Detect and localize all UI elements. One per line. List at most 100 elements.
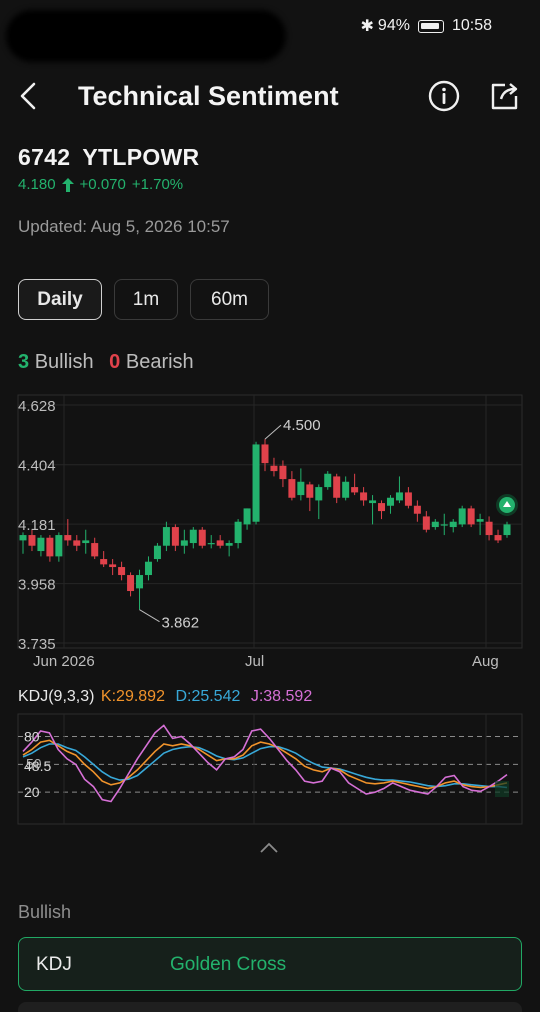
battery-percent: 94% [377,17,410,34]
candle-body [100,559,108,565]
candle-body [360,492,368,501]
price-chart[interactable]: 4.628 4.404 4.181 3.958 3.735Jun 2026 Jul Aug 4… [0,385,540,675]
candle-body [467,508,475,525]
candle-body [422,516,430,530]
candle-body [270,465,278,472]
share-icon[interactable] [487,79,521,113]
candle-body [503,524,511,536]
updated-time: Updated: Aug 5, 2026 10:57 [18,217,230,236]
chart-frame [17,394,523,649]
status-indicators: ✱ 94% 10:58 [361,16,492,36]
back-icon[interactable] [14,78,46,114]
candle-body [46,537,54,557]
candle-body [19,535,27,541]
high-label: 4.500 [283,417,321,434]
tab-daily[interactable]: Daily [18,279,102,320]
price-line: 4.180 +0.070 +1.70% [18,176,183,193]
candle-body [351,487,359,493]
low-pointer [139,609,160,623]
candle-body [189,529,197,544]
candle-body [252,444,260,522]
candle-body [485,521,493,536]
candle-body [127,575,135,592]
y-tick-label: 4.181 [18,517,56,534]
candle-body [333,476,341,498]
candle-body [198,529,206,546]
tab-60m[interactable]: 60m [190,279,269,320]
candle-body [28,535,36,546]
candle-body [261,444,269,464]
candle-body [494,535,502,541]
y-tick-label: 3.958 [18,577,56,594]
kdj-level-label: 80 [24,729,40,745]
candle-body [225,543,233,546]
signal-name: Golden Cross [170,954,287,975]
candle-body [431,521,439,528]
bullish-section-heading: Bullish [18,902,72,922]
last-price: 4.180 [18,176,56,193]
signal-card-kdj[interactable]: KDJ Golden Cross [18,937,522,991]
x-tick-label: Jun 2026 [33,653,95,670]
x-tick-label: Aug [472,653,499,670]
kdj-d-line [22,743,508,789]
arrow-up-icon [61,177,74,192]
candle-body [288,479,296,498]
candle-body [306,484,314,498]
kdj-frame [17,713,523,825]
sentiment-summary: 3 Bullish 0 Bearish [18,351,194,374]
price-change-pct: +1.70% [131,176,184,193]
candle-body [395,492,403,501]
kdj-j-value: J:38.592 [250,688,313,705]
stock-title: 6742 YTLPOWR [18,144,199,171]
candle-body [153,545,161,560]
kdj-signal-highlight [495,781,509,798]
kdj-level-label: 20 [24,784,40,800]
candle-body [109,564,117,568]
candle-body [64,535,72,541]
candle-body [73,540,81,546]
candle-body [91,543,99,557]
page-title: Technical Sentiment [78,81,339,111]
x-tick-label: Jul [245,653,264,670]
candle-body [404,492,412,506]
signal-indicator: KDJ [36,954,72,975]
candle-body [216,540,224,546]
period-tabs: Daily 1m 60m [18,279,269,320]
candle-body [315,487,323,501]
bullish-label: Bullish [34,351,94,373]
bearish-count: 0 [109,351,121,373]
candle-body [136,575,144,589]
kdj-k-value: K:29.892 [100,688,165,705]
candle-body [55,535,63,557]
candle-body [476,519,484,522]
header: Technical Sentiment [0,64,540,128]
redacted-area [6,10,286,62]
status-bar: ✱ 94% 10:58 [0,0,540,62]
battery-icon [417,19,444,33]
bluetooth-icon: ✱ [360,18,374,35]
kdj-chart[interactable]: 8048.52050 [0,712,540,852]
candle-body [413,505,421,514]
kdj-label: KDJ(9,3,3) [18,688,95,705]
candle-body [207,543,215,545]
info-icon[interactable] [428,80,460,112]
candle-body [458,508,466,525]
low-label: 3.862 [162,615,200,632]
candle-body [82,540,90,544]
kdj-level-label: 50 [26,755,42,771]
kdj-d-value: D:25.542 [175,688,241,705]
signal-card-next[interactable] [18,1002,522,1012]
y-tick-label: 3.735 [18,636,56,653]
y-tick-label: 4.404 [18,458,56,475]
kdj-legend: KDJ(9,3,3) K:29.892 D:25.542 J:38.592 [18,688,312,706]
candle-body [369,500,377,504]
candle-body [37,537,45,552]
candle-body [386,497,394,506]
candle-body [378,503,386,512]
candle-body [180,540,188,546]
bearish-label: Bearish [125,351,194,373]
high-pointer [264,424,282,440]
chevron-up-icon[interactable] [258,838,280,856]
tab-1m[interactable]: 1m [114,279,178,320]
candle-body [342,481,350,498]
